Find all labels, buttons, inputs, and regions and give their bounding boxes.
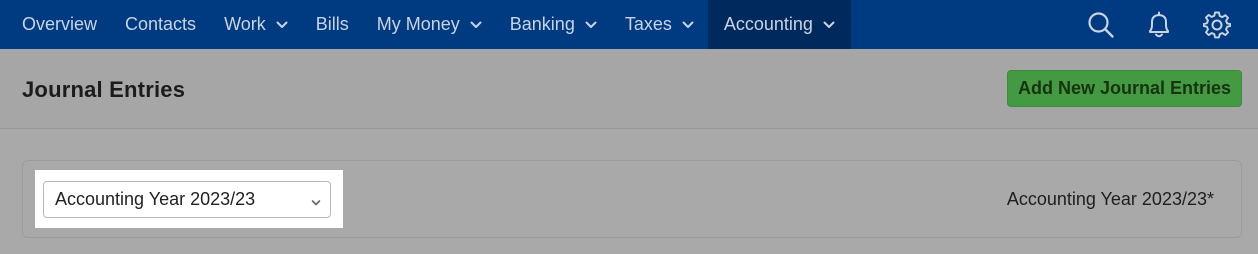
nav-item-label: Bills xyxy=(315,14,349,34)
accounting-year-select[interactable]: Accounting Year 2023/23 xyxy=(43,181,331,218)
page-title: Journal Entries xyxy=(22,77,186,102)
accounting-year-select-value: Accounting Year 2023/23 xyxy=(55,189,256,209)
nav-item-label: Taxes xyxy=(624,14,672,34)
nav-item-contacts[interactable]: Contacts xyxy=(111,0,210,49)
nav-item-label: Contacts xyxy=(125,14,197,34)
search-icon[interactable] xyxy=(1072,0,1130,49)
nav-item-label: Banking xyxy=(509,14,575,34)
nav-item-label: Accounting xyxy=(723,14,813,34)
nav-item-accounting[interactable]: Accounting xyxy=(707,0,851,49)
gear-icon[interactable] xyxy=(1188,0,1246,49)
chevron-down-icon xyxy=(470,21,482,29)
nav-item-banking[interactable]: Banking xyxy=(496,0,611,49)
chevron-down-icon xyxy=(823,21,835,29)
nav-menu: Overview Contacts Work Bills My Money Ba… xyxy=(0,0,851,49)
bell-icon[interactable] xyxy=(1130,0,1188,49)
nav-item-label: My Money xyxy=(376,14,460,34)
nav-item-overview[interactable]: Overview xyxy=(8,0,111,49)
nav-item-taxes[interactable]: Taxes xyxy=(611,0,708,49)
nav-item-label: Work xyxy=(224,14,266,34)
nav-tools xyxy=(1072,0,1258,49)
accounting-year-label: Accounting Year 2023/23* xyxy=(1006,189,1214,209)
top-navigation: Overview Contacts Work Bills My Money Ba… xyxy=(0,0,1258,49)
nav-item-work[interactable]: Work xyxy=(210,0,302,49)
chevron-down-icon xyxy=(276,21,288,29)
nav-item-label: Overview xyxy=(22,14,98,34)
nav-item-bills[interactable]: Bills xyxy=(302,0,363,49)
chevron-down-icon xyxy=(585,21,597,29)
add-journal-entries-button[interactable]: Add New Journal Entries xyxy=(1007,70,1242,107)
nav-item-my-money[interactable]: My Money xyxy=(363,0,496,49)
chevron-down-icon xyxy=(682,21,694,29)
chevron-down-icon xyxy=(310,193,322,214)
